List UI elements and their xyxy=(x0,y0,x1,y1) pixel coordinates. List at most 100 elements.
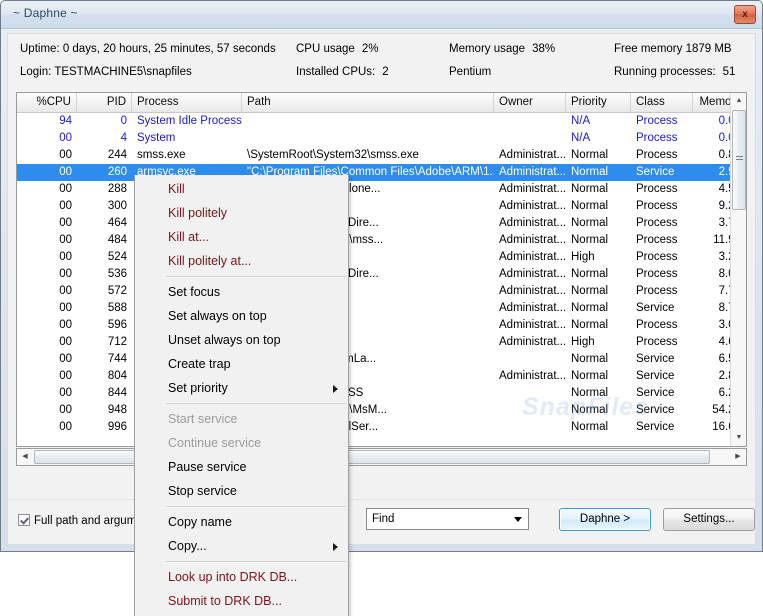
cell-class: Process xyxy=(636,268,678,280)
cell-class: Process xyxy=(636,285,678,297)
cell-class: Process xyxy=(636,132,678,144)
checkmark-icon[interactable] xyxy=(18,514,30,526)
menu-item[interactable]: Copy name xyxy=(135,510,348,534)
table-row[interactable]: 00744svcsvchost.exe -k DcomLa...NormalSe… xyxy=(17,351,746,368)
column-header-path[interactable]: Path xyxy=(242,93,494,112)
table-row[interactable]: 00588lsalsass.exeAdministrat...NormalSer… xyxy=(17,300,746,317)
cell-priority: High xyxy=(571,251,595,263)
column-header-pid[interactable]: PID xyxy=(77,93,132,112)
cell-priority: Normal xyxy=(571,404,609,416)
menu-item-label: Kill politely xyxy=(168,206,228,220)
table-row[interactable]: 00464csr32\csrss.exe ObjectDire...Admini… xyxy=(17,215,746,232)
close-icon[interactable]: x xyxy=(734,5,756,24)
cell-pid: 244 xyxy=(107,149,127,161)
cell-owner: Administrat... xyxy=(499,319,566,331)
cell-pid: 524 xyxy=(107,251,127,263)
table-horizontal-scrollbar[interactable]: ◀ ▶ xyxy=(16,448,747,466)
menu-item[interactable]: Look up into DRK DB... xyxy=(135,565,348,589)
menu-item[interactable]: Kill politely xyxy=(135,201,348,225)
cell-path xyxy=(242,130,494,147)
submenu-arrow-icon xyxy=(333,543,338,551)
table-row[interactable]: 004SystemN/AProcess0.00 xyxy=(17,130,746,147)
process-table[interactable]: %CPU PID Process Path Owner Priority Cla… xyxy=(16,92,747,447)
menu-item[interactable]: Unset always on top xyxy=(135,328,348,352)
table-row[interactable]: 00948Msosoft Security Client\MsM...Norma… xyxy=(17,402,746,419)
window-title: ~ Daphne ~ xyxy=(13,6,78,20)
menu-item[interactable]: Kill politely at... xyxy=(135,249,348,273)
menu-separator xyxy=(166,506,346,507)
process-context-menu[interactable]: Kill Kill politely Kill at... Kill politely… xyxy=(134,175,349,616)
menu-item: Continue service xyxy=(135,431,348,455)
menu-separator xyxy=(166,561,346,562)
table-vertical-scrollbar[interactable]: ▲ ▼ xyxy=(730,93,746,446)
menu-item[interactable]: Pause service xyxy=(135,455,348,479)
cpu-usage-value: 2% xyxy=(361,43,379,55)
cell-priority: N/A xyxy=(571,132,591,144)
cell-class: Service xyxy=(636,302,675,314)
cell-class: Service xyxy=(636,353,675,365)
cell-priority: Normal xyxy=(571,234,609,246)
table-row[interactable]: 00536csr32\csrss.exe ObjectDire...Admini… xyxy=(17,266,746,283)
table-row[interactable]: 00844svcsvchost.exe -k RPCSSNormalServic… xyxy=(17,385,746,402)
table-row[interactable]: 00484msosoft Security Client\mss...Admin… xyxy=(17,232,746,249)
cell-owner: Administrat... xyxy=(499,166,566,178)
title-bar: ~ Daphne ~ x xyxy=(1,1,762,29)
cell-owner: Administrat... xyxy=(499,200,566,212)
table-row[interactable]: 00596lsmlsm.exeAdministrat...NormalProce… xyxy=(17,317,746,334)
menu-item[interactable]: Create trap xyxy=(135,352,348,376)
column-header-owner[interactable]: Owner xyxy=(494,93,566,112)
table-row[interactable]: 00572serservices.exeAdministrat...Normal… xyxy=(17,283,746,300)
scroll-right-icon[interactable]: ▶ xyxy=(730,449,746,465)
daphne-button[interactable]: Daphne > xyxy=(559,508,651,531)
column-header-process[interactable]: Process xyxy=(132,93,242,112)
column-header-cpu[interactable]: %CPU xyxy=(17,93,77,112)
menu-item[interactable]: Set always on top xyxy=(135,304,348,328)
table-row[interactable]: 00996svcsvchost.exe -k LocalSer...Normal… xyxy=(17,419,746,436)
scroll-down-icon[interactable]: ▼ xyxy=(731,430,746,446)
cell-cpu: 94 xyxy=(59,115,72,127)
menu-item[interactable]: Stop service xyxy=(135,479,348,503)
table-row[interactable]: 00300Rtlol.exe"Administrat...NormalProce… xyxy=(17,198,746,215)
cell-owner xyxy=(494,113,566,130)
vertical-scroll-thumb[interactable] xyxy=(732,110,746,210)
column-header-class[interactable]: Class xyxy=(631,93,693,112)
menu-item[interactable]: Submit to DRK DB... xyxy=(135,589,348,613)
table-row[interactable]: 00524winAdministrat...HighProcess3.25 xyxy=(17,249,746,266)
table-row[interactable]: 940System Idle ProcessN/AProcess0.00 xyxy=(17,113,746,130)
cell-priority: Normal xyxy=(571,302,609,314)
installed-cpus-info: Installed CPUs: 2 xyxy=(296,66,389,78)
table-row[interactable]: 00 260 armsvc.exe "C:\Program Files\Common … xyxy=(17,164,746,181)
cell-owner xyxy=(494,419,566,436)
table-row[interactable]: 00712winAdministrat...HighProcess4.61 xyxy=(17,334,746,351)
cpu-usage-label: CPU usage xyxy=(296,43,355,55)
client-area: Uptime: 0 days, 20 hours, 25 minutes, 57… xyxy=(7,33,756,545)
installed-cpus-label: Installed CPUs: xyxy=(296,66,376,78)
scroll-left-icon[interactable]: ◀ xyxy=(17,449,33,465)
table-row[interactable]: 00288VCorate Bytes\VirtualClone...Admini… xyxy=(17,181,746,198)
cell-owner: Administrat... xyxy=(499,336,566,348)
cell-class: Service xyxy=(636,370,675,382)
menu-item[interactable]: Kill xyxy=(135,177,348,201)
cell-path: \SystemRoot\System32\smss.exe xyxy=(247,149,419,161)
table-row[interactable]: 00804nvnvvsvc.exeAdministrat...NormalSer… xyxy=(17,368,746,385)
menu-item[interactable]: Set priority xyxy=(135,376,348,400)
menu-item[interactable]: Copy... xyxy=(135,534,348,558)
find-combobox[interactable]: Find xyxy=(366,508,529,530)
scroll-up-icon[interactable]: ▲ xyxy=(731,93,746,109)
chevron-down-icon[interactable] xyxy=(514,517,522,522)
cell-class: Process xyxy=(636,183,678,195)
cell-cpu: 00 xyxy=(59,353,72,365)
cell-owner: Administrat... xyxy=(499,217,566,229)
cell-pid: 536 xyxy=(107,268,127,280)
menu-item[interactable]: Set focus xyxy=(135,280,348,304)
table-row[interactable]: 00 244 smss.exe \SystemRoot\System32\smss.e… xyxy=(17,147,746,164)
cell-owner: Administrat... xyxy=(499,149,566,161)
cell-pid: 4 xyxy=(120,132,127,144)
settings-button[interactable]: Settings... xyxy=(663,508,755,531)
menu-item-label: Copy... xyxy=(168,539,207,553)
cell-cpu: 00 xyxy=(59,166,72,178)
menu-separator xyxy=(166,276,346,277)
menu-item[interactable]: Kill at... xyxy=(135,225,348,249)
column-header-priority[interactable]: Priority xyxy=(566,93,631,112)
uptime-label: Uptime: 0 days, 20 hours, 25 minutes, 57… xyxy=(20,43,276,55)
